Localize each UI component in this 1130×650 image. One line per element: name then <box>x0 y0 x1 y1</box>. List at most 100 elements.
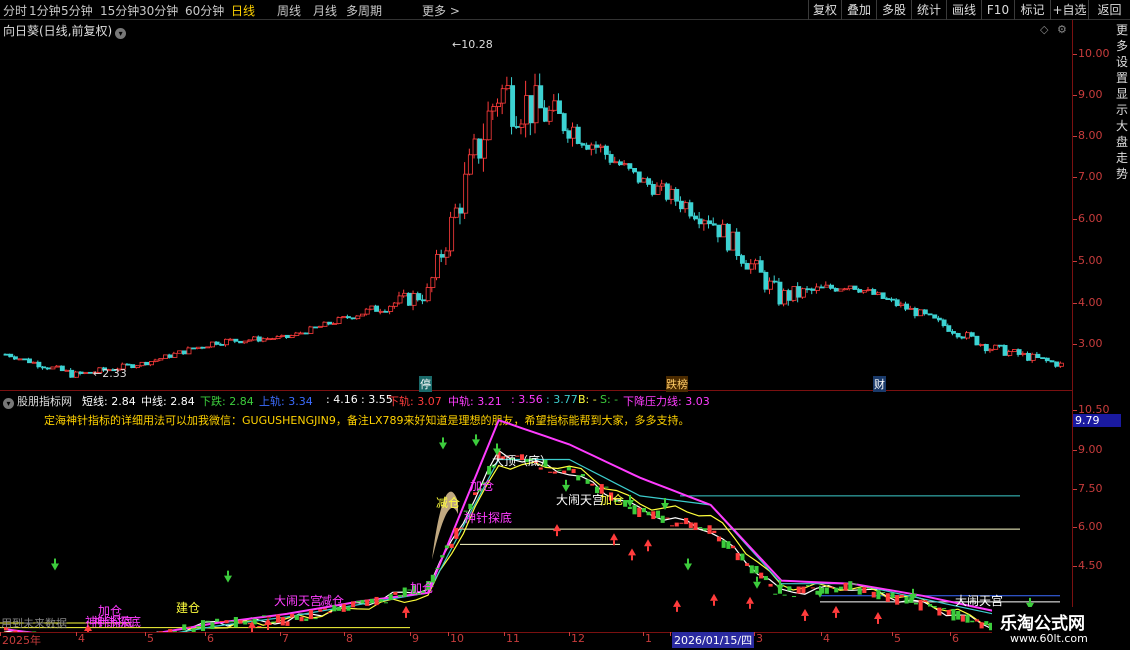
indicator-bar <box>745 563 750 566</box>
candle-body <box>542 107 548 122</box>
indicator-bar <box>557 469 562 471</box>
buy-arrow <box>874 611 882 619</box>
low-label: ←2.33 <box>93 367 127 380</box>
indicator-bar <box>782 594 787 596</box>
candle-body <box>1058 362 1064 367</box>
candle-body <box>45 367 51 370</box>
candlestick-chart[interactable] <box>0 36 1072 390</box>
date-tick <box>280 632 281 636</box>
indicator-chart[interactable] <box>0 391 1072 632</box>
main-y-tick-mark <box>1073 219 1077 220</box>
candle-body <box>716 224 722 238</box>
period-tab-9[interactable]: 多周期 <box>346 2 382 19</box>
indicator-bar <box>637 507 642 518</box>
candle-body <box>965 332 970 339</box>
toolbar-button-6[interactable]: 标记 <box>1014 0 1050 20</box>
toolbar-button-5[interactable]: F10 <box>981 0 1014 20</box>
right-info-strip[interactable]: 更多设置显示大盘走势 <box>1116 22 1130 622</box>
period-tab-6[interactable]: 日线 <box>231 2 255 19</box>
indicator-bar <box>895 595 900 605</box>
candle-body <box>735 231 741 257</box>
candle-body <box>36 361 42 368</box>
indicator-y-tick-label: 4.50 <box>1078 559 1103 572</box>
indicator-bar <box>290 613 295 618</box>
candle-body <box>392 302 398 307</box>
candle-body <box>519 123 525 128</box>
toolbar-button-8[interactable]: 返回 <box>1088 0 1130 20</box>
main-y-tick-mark <box>1073 177 1077 178</box>
candle-body <box>177 350 183 354</box>
candle-body <box>125 363 131 366</box>
indicator-bar <box>824 587 829 594</box>
indicator-bar <box>383 602 389 604</box>
period-tab-7[interactable]: 周线 <box>277 2 301 19</box>
candle-body <box>800 288 806 298</box>
toolbar-button-4[interactable]: 画线 <box>946 0 981 20</box>
indicator-bar <box>200 620 206 631</box>
main-y-tick-mark <box>1073 344 1077 345</box>
period-tab-1[interactable]: 1分钟 <box>29 2 61 19</box>
event-dragon-board[interactable]: 跌榜 <box>666 376 688 392</box>
candle-body <box>725 223 731 251</box>
candle-body <box>758 260 764 273</box>
indicator-bar <box>632 505 637 515</box>
date-tick <box>670 632 671 636</box>
candle-body <box>331 323 337 325</box>
date-tick <box>410 632 411 636</box>
indicator-bar <box>754 565 759 574</box>
candle-body <box>345 316 351 319</box>
date-tick <box>950 632 951 636</box>
candle-body <box>683 202 689 210</box>
indicator-bar <box>796 586 801 594</box>
indicator-bar <box>862 587 867 593</box>
buy-arrow <box>710 593 718 601</box>
date-label: 10 <box>450 632 464 645</box>
indicator-bar <box>440 555 445 558</box>
candle-body <box>369 305 375 310</box>
period-tab-5[interactable]: 60分钟 <box>185 2 224 19</box>
event-suspend[interactable]: 停 <box>419 376 432 392</box>
candle-body <box>810 288 816 291</box>
date-label: 4 <box>78 632 85 645</box>
candle-body <box>421 299 426 302</box>
candle-body <box>214 341 220 345</box>
candle-body <box>294 332 300 336</box>
period-tab-10[interactable]: 更多 > <box>422 2 460 19</box>
date-tick <box>569 632 570 636</box>
toolbar-button-1[interactable]: 叠加 <box>841 0 876 20</box>
toolbar-button-3[interactable]: 统计 <box>911 0 946 20</box>
candle-body <box>266 338 272 341</box>
period-tab-2[interactable]: 5分钟 <box>61 2 93 19</box>
event-finance[interactable]: 财 <box>873 376 886 392</box>
candle-body <box>697 218 703 225</box>
candle-body <box>463 173 469 214</box>
toolbar-button-0[interactable]: 复权 <box>808 0 841 20</box>
period-tab-3[interactable]: 15分钟 <box>100 2 139 19</box>
candle-body <box>763 271 769 290</box>
candle-body <box>209 341 215 348</box>
period-tab-4[interactable]: 30分钟 <box>139 2 178 19</box>
diamond-icon[interactable]: ◇ <box>1040 23 1048 36</box>
indicator-bar <box>651 511 656 520</box>
gear-icon[interactable]: ⚙ <box>1057 23 1067 36</box>
buy-arrow <box>628 548 636 556</box>
indicator-y-tick-mark <box>1073 566 1077 567</box>
indicator-annotation: 大闹天宫 <box>274 594 323 608</box>
period-tab-0[interactable]: 分时 <box>3 2 27 19</box>
toolbar-button-2[interactable]: 多股 <box>876 0 911 20</box>
buy-arrow <box>673 599 681 607</box>
toolbar-button-7[interactable]: +自选 <box>1050 0 1088 20</box>
indicator-bar <box>365 599 370 606</box>
period-tab-8[interactable]: 月线 <box>313 2 337 19</box>
indicator-bar <box>641 508 646 513</box>
indicator-bar <box>843 582 848 591</box>
candle-body <box>918 309 924 317</box>
indicator-bar <box>674 522 679 527</box>
candle-body <box>186 347 192 355</box>
candle-body <box>1012 349 1017 352</box>
indicator-bar <box>294 615 299 620</box>
candle-body <box>200 346 206 349</box>
candle-body <box>289 335 295 338</box>
indicator-bar <box>449 543 454 548</box>
indicator-bar <box>238 620 243 624</box>
